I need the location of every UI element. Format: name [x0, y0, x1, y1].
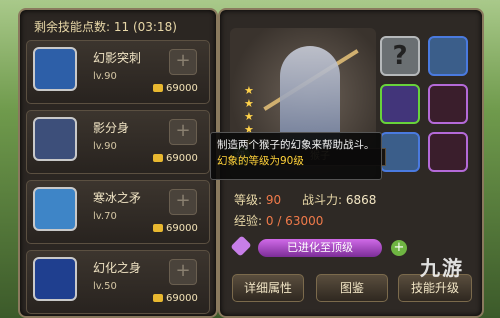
exp-label: 经验:	[234, 214, 263, 228]
skill-row[interactable]: 寒冰之矛 lv.70 + 69000	[26, 180, 210, 244]
equip-skull-icon[interactable]	[428, 84, 468, 124]
skill-cost: 69000	[153, 293, 198, 304]
coin-icon	[153, 294, 163, 302]
coin-icon	[153, 224, 163, 232]
equip-helmet-icon[interactable]	[428, 132, 468, 172]
skill-tooltip: 制造两个猴子的幻象来帮助战斗。 幻象的等级为90级	[210, 132, 382, 180]
skill-panel: 剩余技能点数: 11 (03:18) 幻影突刺 lv.90 + 69000 影分…	[18, 8, 218, 318]
skill-row[interactable]: 影分身 lv.90 + 69000	[26, 110, 210, 174]
skill-upgrade-plus-button[interactable]: +	[169, 259, 197, 285]
skill-level: lv.50	[93, 281, 117, 292]
skill-cost-value: 69000	[166, 223, 198, 234]
watermark-logo: 九游	[420, 256, 464, 280]
skill-phantom-thrust-icon	[33, 47, 77, 91]
skill-upgrade-plus-button[interactable]: +	[169, 119, 197, 145]
star-icon: ★	[244, 97, 254, 110]
skill-name: 幻影突刺	[93, 51, 142, 65]
skill-illusion-body-icon	[33, 257, 77, 301]
skill-name: 寒冰之矛	[93, 191, 142, 205]
evolution-status-bar: 已进化至顶级	[258, 239, 382, 257]
power-stat: 战斗力: 6868	[302, 191, 376, 208]
power-label: 战斗力:	[302, 193, 343, 207]
skill-row[interactable]: 幻影突刺 lv.90 + 69000	[26, 40, 210, 104]
skill-cost-value: 69000	[166, 153, 198, 164]
exp-stat: 经验: 0 / 63000	[234, 212, 323, 229]
star-icon: ★	[244, 110, 254, 123]
skill-row[interactable]: 幻化之身 lv.50 + 69000	[26, 250, 210, 314]
skill-ice-spear-icon	[33, 187, 77, 231]
star-icon: ★	[244, 84, 254, 97]
tooltip-description: 制造两个猴子的幻象来帮助战斗。	[217, 139, 375, 151]
skill-cost-value: 69000	[166, 83, 198, 94]
skill-upgrade-plus-button[interactable]: +	[169, 49, 197, 75]
skill-name: 幻化之身	[93, 261, 142, 275]
skill-level: lv.90	[93, 71, 117, 82]
skill-cost: 69000	[153, 223, 198, 234]
coin-icon	[153, 84, 163, 92]
gallery-button[interactable]: 图鉴	[316, 274, 388, 302]
level-label: 等级:	[234, 193, 263, 207]
skill-level: lv.90	[93, 141, 117, 152]
skill-name: 影分身	[93, 121, 130, 135]
unknown-equip-slot[interactable]: ?	[380, 36, 420, 76]
equip-sword-icon[interactable]	[428, 36, 468, 76]
coin-icon	[153, 154, 163, 162]
exp-value: 0 / 63000	[265, 214, 324, 228]
equip-spear-icon[interactable]	[380, 132, 420, 172]
skill-shadow-clone-icon	[33, 117, 77, 161]
tooltip-level-note: 幻象的等级为90级	[217, 155, 304, 167]
skill-cost-value: 69000	[166, 293, 198, 304]
details-button[interactable]: 详细属性	[232, 274, 304, 302]
level-value: 90	[265, 193, 282, 207]
skill-cost: 69000	[153, 153, 198, 164]
skill-points-label: 剩余技能点数: 11 (03:18)	[34, 20, 177, 34]
level-stat: 等级: 90	[234, 191, 281, 208]
evolution-add-button[interactable]: +	[391, 240, 407, 256]
skill-upgrade-plus-button[interactable]: +	[169, 189, 197, 215]
skill-level: lv.70	[93, 211, 117, 222]
skill-cost: 69000	[153, 83, 198, 94]
power-value: 6868	[345, 193, 377, 207]
equip-staff-icon[interactable]	[380, 84, 420, 124]
